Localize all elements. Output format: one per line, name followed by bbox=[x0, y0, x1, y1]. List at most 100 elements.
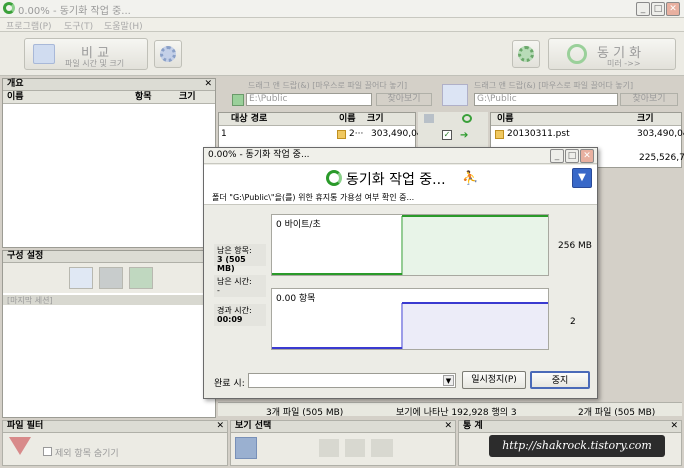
menu-program[interactable]: 프로그램(P) bbox=[6, 19, 52, 32]
close-icon[interactable]: ✕ bbox=[444, 421, 452, 432]
data-graph: 0 바이트/초 bbox=[271, 214, 549, 276]
merge-arrow-icon[interactable] bbox=[371, 439, 393, 457]
sync-app-icon bbox=[3, 2, 15, 14]
column-target-path[interactable]: 대상 경로 bbox=[231, 113, 267, 125]
row-checkbox[interactable]: ✓ bbox=[442, 130, 452, 140]
add-folder-icon[interactable] bbox=[232, 94, 244, 106]
left-browse-label: 찾아보기 bbox=[387, 94, 421, 104]
items-label: 0.00 항목 bbox=[276, 291, 316, 304]
minimize-icon[interactable]: _ bbox=[636, 2, 650, 16]
remaining-items-value: 3 (505 MB) bbox=[217, 255, 246, 273]
close-icon[interactable]: ✕ bbox=[216, 421, 224, 432]
left-grid-header: 대상 경로 이름 크기 bbox=[219, 113, 415, 126]
row-size: 303,490,048 bbox=[637, 129, 684, 139]
table-row[interactable]: 20130311.pst 303,490,048 bbox=[491, 129, 684, 141]
arrow-right-icon[interactable]: ➔ bbox=[460, 130, 468, 141]
column-size[interactable]: 크기 bbox=[637, 113, 654, 125]
close-icon[interactable]: ✕ bbox=[204, 79, 212, 90]
left-folder-path[interactable]: E:\Public bbox=[246, 93, 372, 106]
window-titlebar: 0.00% - 동기화 작업 중... _ □ ✕ bbox=[0, 0, 684, 18]
new-config-icon[interactable] bbox=[69, 267, 93, 289]
remaining-items-label: 남은 항목: bbox=[217, 246, 252, 255]
elapsed-time-label: 경과 시간: bbox=[217, 306, 252, 315]
file-icon bbox=[495, 130, 504, 139]
close-icon[interactable]: ✕ bbox=[670, 421, 678, 432]
gear-icon bbox=[518, 46, 534, 62]
gear-icon bbox=[160, 46, 176, 62]
config-header: 구성 설정 bbox=[3, 251, 215, 263]
right-grid-header: 이름 크기 bbox=[491, 113, 681, 126]
items-graph: 0.00 항목 bbox=[271, 288, 549, 350]
filter-funnel-icon[interactable] bbox=[9, 437, 31, 455]
sync-subtitle: 미러 ->> bbox=[607, 59, 641, 68]
dialog-title: 0.00% - 동기화 작업 중... bbox=[208, 150, 310, 160]
view-select-panel: 보기 선택 ✕ bbox=[230, 420, 456, 466]
on-complete-select[interactable]: ▼ bbox=[248, 373, 456, 388]
column-name[interactable]: 이름 bbox=[339, 113, 356, 125]
dialog-header: 동기화 작업 중... ⛹ ▼ 폴더 "G:\Public\"을(를) 위한 휴… bbox=[204, 165, 597, 205]
magnifier-icon bbox=[33, 44, 55, 64]
compare-settings-button[interactable] bbox=[154, 40, 182, 68]
swap-sides-button[interactable] bbox=[442, 84, 468, 106]
main-toolbar: 비 교 파일 시간 및 크기 동 기 화 미러 ->> bbox=[0, 32, 684, 76]
right-browse-label: 찾아보기 bbox=[632, 94, 666, 104]
column-items[interactable]: 항목 bbox=[135, 91, 152, 103]
row-name: 20130311.pst bbox=[507, 129, 570, 139]
compare-button[interactable]: 비 교 파일 시간 및 크기 bbox=[24, 38, 148, 70]
overview-header: 개요 ✕ bbox=[3, 79, 215, 91]
right-browse-button[interactable]: 찾아보기 bbox=[620, 93, 678, 106]
stop-button[interactable]: 중지 bbox=[530, 371, 590, 389]
left-browse-button[interactable]: 찾아보기 bbox=[376, 93, 432, 106]
row-size: 225,526,784 bbox=[639, 153, 684, 163]
equal-filter-icon[interactable] bbox=[319, 439, 339, 457]
statistics-panel: 통 계 ✕ http://shakrock.tistory.com bbox=[458, 420, 682, 466]
dialog-titlebar: 0.00% - 동기화 작업 중... _ □ ✕ bbox=[204, 148, 597, 164]
column-name[interactable]: 이름 bbox=[497, 113, 514, 125]
config-panel: 구성 설정 [마지막 세션] bbox=[2, 250, 216, 418]
chevron-down-icon[interactable]: ▼ bbox=[443, 375, 454, 386]
filter-title: 파일 필터 bbox=[7, 421, 44, 431]
maximize-icon[interactable]: □ bbox=[651, 2, 665, 16]
row-number: 1 bbox=[221, 129, 227, 139]
right-drop-hint: 드래그 앤 드랍(&) [마우스로 파일 끌어다 놓기] bbox=[474, 81, 634, 90]
pause-button[interactable]: 일시정지(P) bbox=[462, 371, 526, 389]
status-message: 폴더 "G:\Public\"을(를) 위한 휴지통 가용성 여부 확인 중..… bbox=[212, 193, 415, 202]
file-icon bbox=[337, 130, 346, 139]
save-icon[interactable] bbox=[99, 267, 123, 289]
config-row-last-session[interactable]: [마지막 세션] bbox=[3, 295, 215, 305]
column-size[interactable]: 크기 bbox=[179, 91, 196, 103]
load-icon[interactable] bbox=[129, 267, 153, 289]
menu-bar: 프로그램(P) 도구(T) 도움말(H) bbox=[0, 18, 684, 32]
arrow-right-icon[interactable] bbox=[345, 439, 365, 457]
sync-arrows-icon bbox=[567, 44, 587, 64]
hide-excluded-checkbox[interactable] bbox=[43, 447, 52, 456]
right-folder-bar: 드래그 앤 드랍(&) [마우스로 파일 끌어다 놓기] G:\Public 찾… bbox=[470, 78, 682, 108]
filter-header: 파일 필터 ✕ bbox=[3, 421, 227, 433]
hide-excluded-label: 제외 항목 숨기기 bbox=[55, 449, 119, 459]
row-name: 2··· bbox=[349, 129, 364, 139]
watermark-banner: http://shakrock.tistory.com bbox=[489, 435, 665, 457]
left-path-text: E:\Public bbox=[249, 94, 288, 104]
table-row[interactable]: 1 2··· 303,490,04 bbox=[219, 129, 423, 141]
view-mode-icon[interactable] bbox=[235, 437, 257, 459]
sync-settings-button[interactable] bbox=[512, 40, 540, 68]
minimize-icon[interactable]: _ bbox=[550, 149, 564, 163]
items-max-label: 2 bbox=[570, 317, 576, 327]
column-name[interactable]: 이름 bbox=[7, 91, 24, 103]
menu-help[interactable]: 도움말(H) bbox=[104, 19, 143, 32]
status-bar: 3개 파일 (505 MB) 보기에 나타난 192,928 행의 3 2개 파… bbox=[218, 402, 682, 418]
stats-header: 통 계 ✕ bbox=[459, 421, 681, 433]
menu-tools[interactable]: 도구(T) bbox=[64, 19, 93, 32]
compare-status-icon bbox=[424, 114, 434, 123]
close-icon[interactable]: ✕ bbox=[580, 149, 594, 163]
maximize-icon[interactable]: □ bbox=[565, 149, 579, 163]
left-file-grid: 대상 경로 이름 크기 1 2··· 303,490,04 bbox=[218, 112, 423, 148]
watermark-text: http://shakrock.tistory.com bbox=[502, 439, 652, 452]
left-file-count: 3개 파일 (505 MB) bbox=[266, 408, 344, 418]
close-icon[interactable]: ✕ bbox=[666, 2, 680, 16]
collapse-details-icon[interactable]: ▼ bbox=[572, 168, 592, 188]
row-size: 303,490,04 bbox=[371, 129, 423, 139]
right-folder-path[interactable]: G:\Public bbox=[474, 93, 618, 106]
column-size[interactable]: 크기 bbox=[367, 113, 384, 125]
sync-button[interactable]: 동 기 화 미러 ->> bbox=[548, 38, 676, 70]
